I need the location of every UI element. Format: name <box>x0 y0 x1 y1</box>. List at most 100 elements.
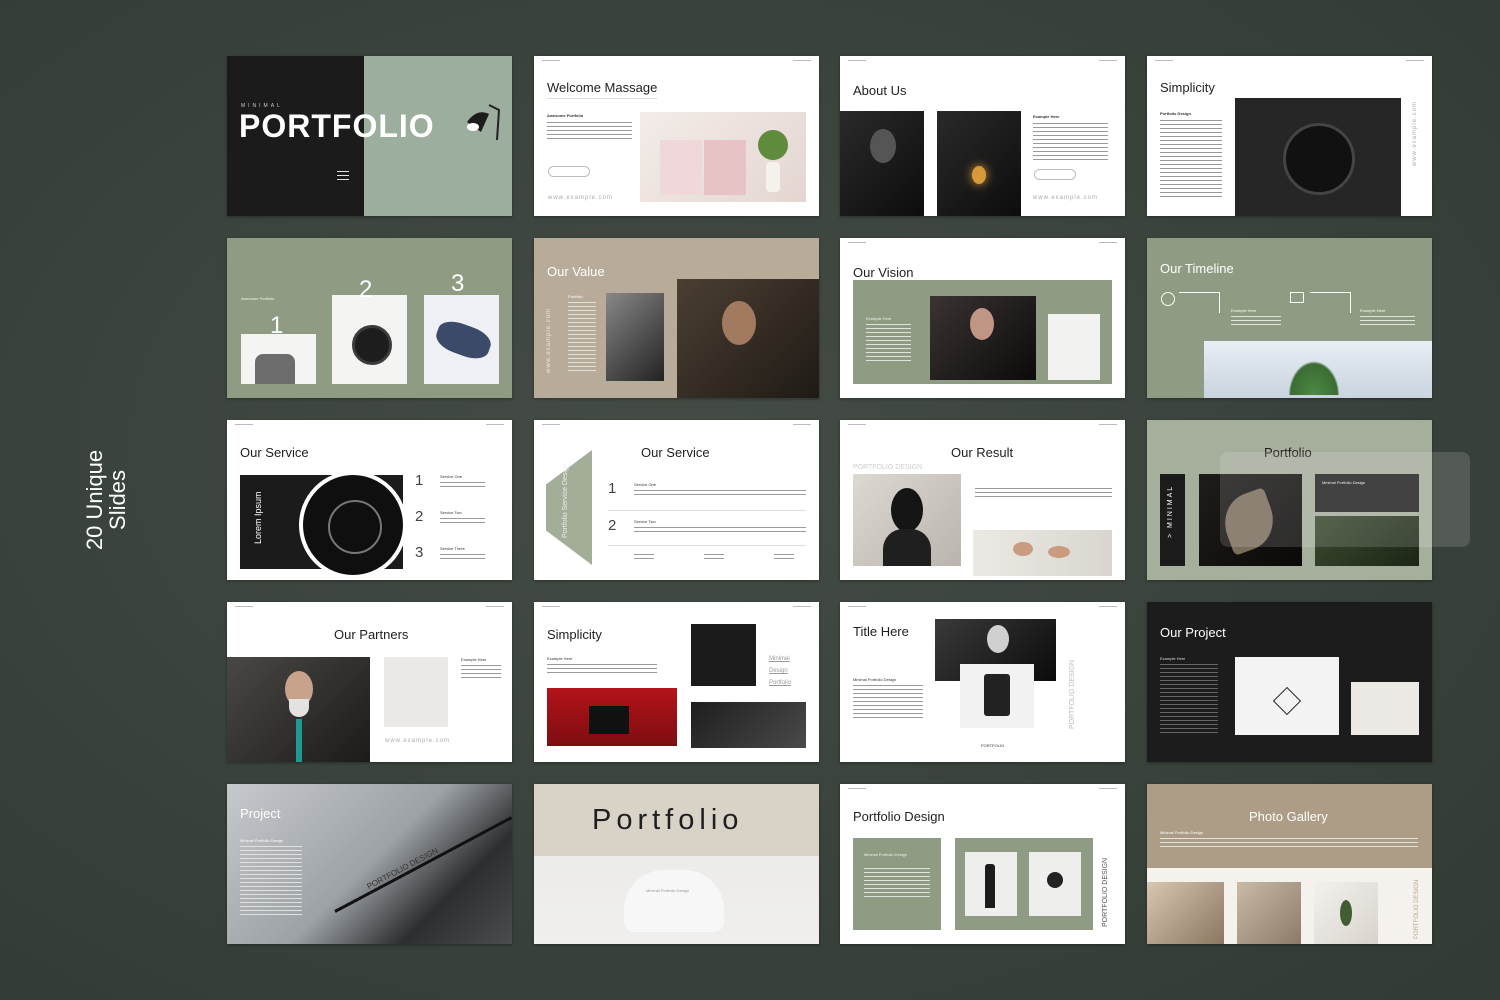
man-portrait-photo <box>227 657 370 762</box>
product-photo-2 <box>332 295 407 384</box>
woman-portrait-photo <box>930 296 1036 380</box>
plant-icon <box>1284 355 1344 395</box>
slide-portfolio-design[interactable]: Portfolio Design Minimal Portfolio Desig… <box>840 784 1125 944</box>
service-three: Service Three <box>440 546 465 551</box>
url-text: www.example.com <box>548 195 614 201</box>
service-one: Service One <box>440 474 463 479</box>
gallery-photo-2 <box>1237 882 1301 944</box>
mouse-icon <box>432 316 495 364</box>
slide-simplicity-watch[interactable]: Simplicity Portfolio Design www.example.… <box>1147 56 1432 216</box>
slide-photo-gallery[interactable]: Photo Gallery Minimal Portfolio Design P… <box>1147 784 1432 944</box>
lamp-icon <box>459 100 504 150</box>
slide-subtitle: Awesome Portfolio <box>241 296 275 301</box>
service-number-1: 1 <box>415 472 424 489</box>
slide-title: Portfolio <box>592 804 744 836</box>
slide-subtitle: Example Here <box>1160 656 1186 661</box>
briefcase-icon <box>1290 292 1304 303</box>
card-caption: Minimal Portfolio Design <box>864 852 908 857</box>
plant-icon <box>1340 900 1352 926</box>
tv-icon <box>589 706 629 734</box>
slide-our-vision[interactable]: Our Vision Example Here <box>840 238 1125 398</box>
slide-title: Our Result <box>951 445 1014 460</box>
service-number-3: 3 <box>415 544 424 561</box>
slide-our-result[interactable]: Our Result PORTFOLIO DESIGN <box>840 420 1125 580</box>
service-one: Service One <box>634 482 657 487</box>
service-two: Service Two <box>440 510 462 515</box>
product-photo-3 <box>424 295 499 384</box>
bottle-icon <box>985 864 995 908</box>
dark-product-photo <box>691 624 756 686</box>
chair-photo <box>1351 682 1419 735</box>
slide-portfolio-chair[interactable]: Portfolio Minimal Portfolio Design <box>534 784 819 944</box>
clock-icon <box>1283 123 1355 195</box>
slide-title: Our Timeline <box>1160 261 1234 276</box>
slide-subtitle: Example Here <box>866 316 892 321</box>
service-number-2: 2 <box>415 508 424 525</box>
slide-subtitle: Minimal Portfolio Design <box>853 677 897 682</box>
slide-project[interactable]: Project Minimal Portfolio Design PORTFOL… <box>227 784 512 944</box>
vertical-label: Portfolio Service Design <box>562 463 569 538</box>
slide-our-value[interactable]: Our Value www.example.com Portfolio <box>534 238 819 398</box>
watch-photo <box>1235 98 1401 216</box>
vertical-label: > MINIMAL <box>1167 484 1174 538</box>
vertical-label: Lorem Ipsum <box>253 491 263 544</box>
slide-subtitle: PORTFOLIO DESIGN <box>853 464 923 471</box>
slide-subtitle: Portfolio <box>568 294 583 299</box>
slide-subtitle: Minimal Portfolio Design <box>1160 830 1204 835</box>
slide-title: Simplicity <box>547 627 602 642</box>
timeline-step-1: Example Here <box>1231 308 1257 313</box>
url-text: www.example.com <box>385 738 451 744</box>
bulb-photo <box>937 111 1021 216</box>
slide-about-us[interactable]: About Us Example Here www.example.com <box>840 56 1125 216</box>
bike-photo <box>299 471 407 579</box>
slide-subtitle: Example Here <box>1033 114 1060 119</box>
service-number-2: 2 <box>608 517 617 534</box>
slide-our-timeline[interactable]: Our Timeline Example Here Example Here <box>1147 238 1432 398</box>
slide-title: Simplicity <box>1160 80 1215 95</box>
cover-title: PORTFOLIO <box>239 108 435 144</box>
number-two: 2 <box>359 276 373 303</box>
slide-title: About Us <box>853 83 907 98</box>
vertical-label: PORTFOLIO DESIGN <box>1102 857 1109 927</box>
slide-title: Project <box>240 806 281 821</box>
photo-caption: PORTFOLIO <box>981 743 1005 748</box>
slide-our-service-2[interactable]: Portfolio Service Design Our Service 1 2… <box>534 420 819 580</box>
woman-color-photo <box>677 279 819 398</box>
slide-title: Our Value <box>547 264 605 279</box>
camera-icon <box>984 674 1010 716</box>
sneaker-photo <box>691 702 806 748</box>
slide-welcome[interactable]: Welcome Massage Awesome Portfolio www.ex… <box>534 56 819 216</box>
diagonal-label: PORTFOLIO DESIGN <box>365 845 440 892</box>
bullet-design: Design <box>769 668 788 674</box>
lamp-icon <box>1272 686 1302 716</box>
slide-subtitle: Awesome Portfolio <box>547 113 584 118</box>
slide-title: Our Project <box>1160 625 1226 640</box>
slide-simplicity-products[interactable]: Simplicity Example Here Minimal Design P… <box>534 602 819 762</box>
bicycle-icon <box>328 500 382 554</box>
slide-our-project[interactable]: Our Project Example Here <box>1147 602 1432 762</box>
succulent-photo <box>1204 341 1432 398</box>
slide-title: Welcome Massage <box>547 80 658 95</box>
notebook-photo <box>640 112 806 202</box>
sage-photo-frame <box>955 838 1093 930</box>
slide-cover[interactable]: MINIMAL PORTFOLIO <box>227 56 512 216</box>
clock-icon <box>1161 292 1175 306</box>
vertical-label: PORTFOLIO DESIGN <box>1069 659 1076 729</box>
red-room-photo <box>547 688 677 746</box>
slide-title: Our Vision <box>853 265 914 280</box>
read-more-pill <box>548 166 590 177</box>
slide-our-partners[interactable]: Our Partners Example Here www.example.co… <box>227 602 512 762</box>
slide-subtitle: Example Here <box>461 657 487 662</box>
slide-our-service-1[interactable]: Our Service Lorem Ipsum 1 2 3 Service On… <box>227 420 512 580</box>
service-number-1: 1 <box>608 480 617 497</box>
bullet-portfolio: Portfolio <box>769 680 792 686</box>
sage-arrow-shape <box>546 450 592 565</box>
gallery-photo-1 <box>1147 882 1224 944</box>
slide-title-here[interactable]: Title Here Minimal Portfolio Design PORT… <box>840 602 1125 762</box>
plant-photo <box>1048 314 1100 380</box>
slide-subtitle: Example Here <box>547 656 573 661</box>
slide-numbered-products[interactable]: Awesome Portfolio 1 2 3 <box>227 238 512 398</box>
slide-title: Our Service <box>240 445 309 460</box>
number-one: 1 <box>270 312 284 339</box>
portrait-photo <box>840 111 924 216</box>
